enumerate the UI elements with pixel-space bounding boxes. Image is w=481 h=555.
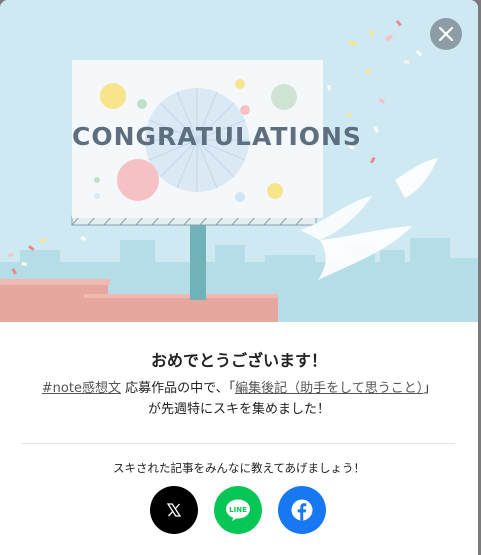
hashtag-link[interactable]: #note感想文: [42, 381, 121, 396]
share-buttons: LINE: [150, 486, 330, 534]
award-message: #note感想文 応募作品の中で、「編集後記（助手をして思うこと）」 が先週特に…: [0, 378, 478, 420]
message-text-2: 」: [423, 381, 437, 396]
billboard-text: CONGRATULATIONS: [72, 122, 362, 151]
share-facebook-button[interactable]: [278, 486, 326, 534]
line-logo-label: LINE: [229, 506, 247, 514]
close-icon: [438, 26, 454, 42]
article-link[interactable]: 編集後記（助手をして思うこと）: [235, 381, 423, 396]
billboard-scene-illustration: [0, 20, 478, 322]
hero-illustration: CONGRATULATIONS: [0, 0, 478, 322]
facebook-logo-icon: [291, 499, 313, 521]
divider: [22, 443, 455, 444]
congrats-modal: CONGRATULATIONS おめでとうございます！ #note感想文 応募作…: [0, 0, 478, 555]
modal-title: おめでとうございます！: [150, 351, 327, 370]
share-line-button[interactable]: LINE: [214, 486, 262, 534]
x-logo-icon: [166, 503, 182, 517]
close-button[interactable]: [430, 18, 462, 50]
share-prompt: スキされた記事をみんなに教えてあげましょう！: [112, 461, 366, 475]
share-x-button[interactable]: [150, 486, 198, 534]
line-logo-icon: LINE: [226, 499, 250, 521]
message-text-3: が先週特にスキを集めました！: [147, 402, 330, 417]
message-text-1: 応募作品の中で、「: [120, 381, 236, 396]
